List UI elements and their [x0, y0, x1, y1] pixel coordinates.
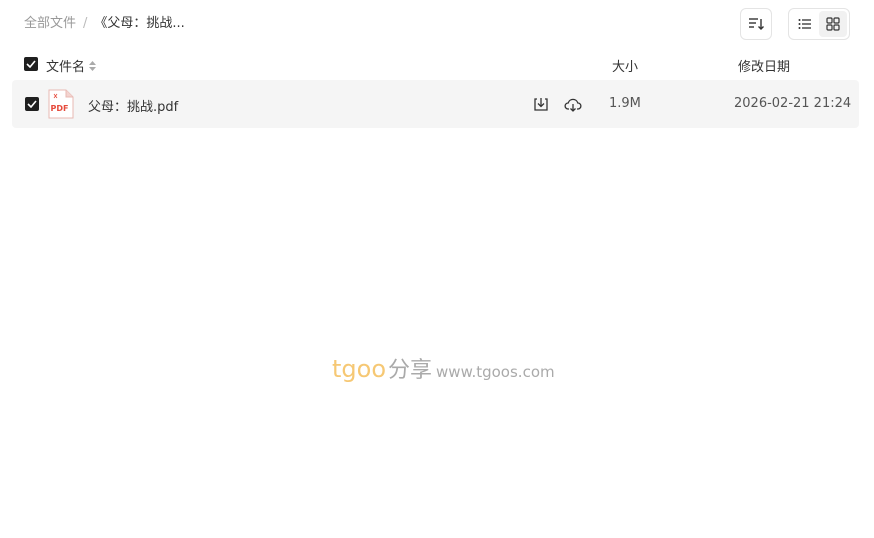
table-header: 文件名 大小 修改日期: [0, 50, 874, 78]
row-checkbox[interactable]: [25, 97, 39, 111]
select-all-checkbox[interactable]: [24, 57, 38, 71]
breadcrumb-separator: /: [83, 16, 88, 31]
file-size: 1.9M: [609, 96, 641, 111]
sort-caret-icon[interactable]: [89, 60, 97, 71]
watermark-url: www.tgoos.com: [436, 363, 555, 381]
pdf-type-label: PDF: [51, 104, 69, 113]
watermark-brand-cn: 分享: [388, 358, 433, 383]
pdf-file-icon: PDF: [48, 89, 74, 119]
sort-button[interactable]: [740, 8, 772, 40]
column-header-name-label: 文件名: [46, 60, 86, 75]
grid-view-icon: [826, 17, 840, 31]
grid-view-button[interactable]: [819, 11, 847, 37]
table-row[interactable]: PDF 父母：挑战.pdf 1.9M 2026-02-21 21:24: [12, 80, 859, 128]
download-icon[interactable]: [532, 95, 550, 113]
column-header-size[interactable]: 大小: [612, 56, 638, 75]
check-icon: [27, 100, 37, 108]
watermark: tgoo 分享 www.tgoos.com: [332, 352, 555, 384]
breadcrumb: 全部文件 / 《父母：挑战...: [24, 15, 185, 33]
breadcrumb-root-link[interactable]: 全部文件: [24, 15, 76, 33]
column-header-modified[interactable]: 修改日期: [738, 56, 790, 75]
list-view-button[interactable]: [791, 11, 819, 37]
top-bar: 全部文件 / 《父母：挑战...: [0, 0, 874, 48]
list-view-icon: [798, 19, 811, 29]
column-header-name[interactable]: 文件名: [46, 56, 97, 75]
file-modified-date: 2026-02-21 21:24: [734, 96, 852, 111]
breadcrumb-current: 《父母：挑战...: [94, 16, 185, 31]
sort-lines-icon: [749, 18, 764, 30]
check-icon: [26, 60, 36, 68]
file-name-link[interactable]: 父母：挑战.pdf: [88, 96, 178, 115]
cloud-save-icon[interactable]: [564, 95, 582, 113]
watermark-brand: tgoo: [332, 355, 387, 383]
view-toggle: [788, 8, 850, 40]
